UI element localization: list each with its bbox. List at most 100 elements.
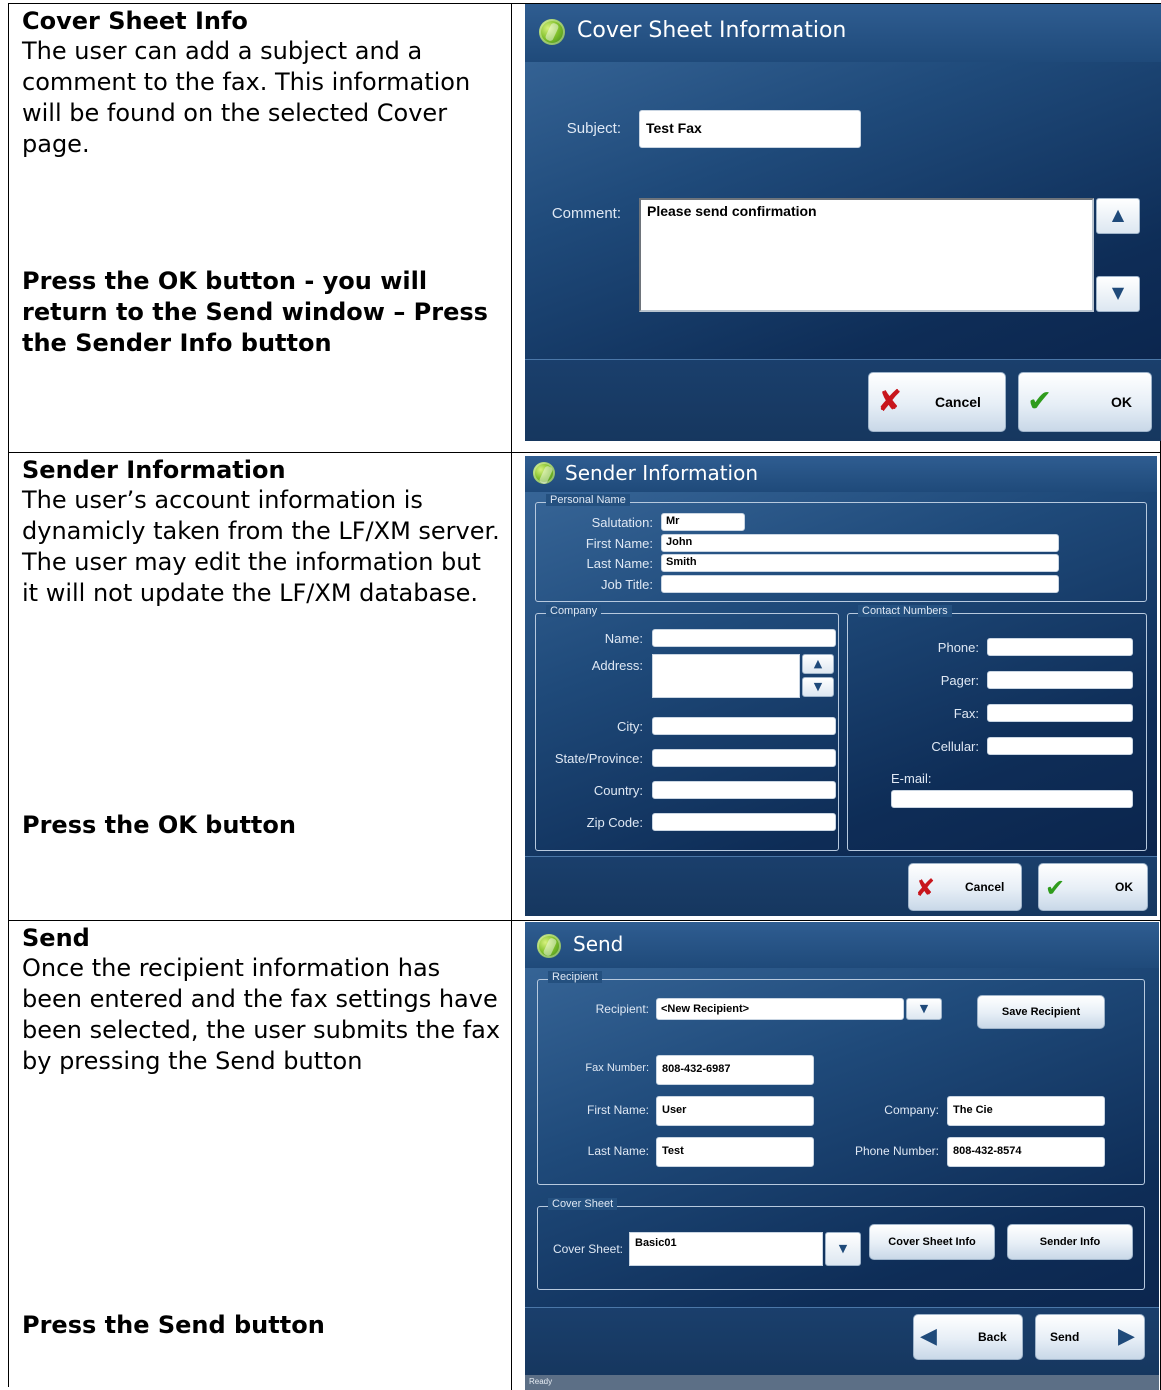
scroll-down-button[interactable]: ▼ bbox=[802, 677, 834, 697]
first-name-label: First Name: bbox=[585, 536, 653, 551]
scroll-up-button[interactable]: ▲ bbox=[802, 654, 834, 674]
company-name-label: Name: bbox=[604, 631, 643, 646]
section-title: Send bbox=[22, 924, 90, 952]
send-window: Send Recipient Recipient: <New Recipient… bbox=[525, 922, 1159, 1390]
down-arrow-icon: ▼ bbox=[919, 1002, 929, 1015]
ok-label: OK bbox=[1111, 394, 1132, 410]
section-body: The user’s account information is dynami… bbox=[22, 486, 500, 607]
cancel-label: Cancel bbox=[965, 880, 1005, 894]
address-textarea[interactable] bbox=[652, 654, 800, 698]
send-label: Send bbox=[1050, 1330, 1080, 1344]
up-arrow-icon: ▲ bbox=[1111, 205, 1125, 224]
recipient-dropdown-button[interactable]: ▼ bbox=[906, 998, 942, 1020]
description-cell: Send Once the recipient information has … bbox=[9, 921, 512, 1390]
last-name-input[interactable]: Smith bbox=[661, 554, 1059, 572]
city-input[interactable] bbox=[652, 717, 836, 735]
last-name-label: Last Name: bbox=[586, 556, 653, 571]
state-input[interactable] bbox=[652, 749, 836, 767]
green-check-icon: ✔ bbox=[1045, 874, 1066, 902]
description-cell: Sender Information The user’s account in… bbox=[9, 453, 512, 920]
button-bar: ◀ Back Send ▶ bbox=[525, 1307, 1159, 1375]
table-row: Cover Sheet Info The user can add a subj… bbox=[9, 4, 1161, 453]
city-label: City: bbox=[617, 719, 643, 734]
ok-label: OK bbox=[1115, 880, 1133, 894]
salutation-label: Salutation: bbox=[591, 515, 653, 530]
pager-label: Pager: bbox=[940, 673, 979, 688]
zip-code-input[interactable] bbox=[652, 813, 836, 831]
status-text: Ready bbox=[529, 1377, 553, 1386]
table-row: Send Once the recipient information has … bbox=[9, 921, 1161, 1390]
status-bar: Ready bbox=[525, 1375, 1159, 1390]
cover-sheet-select[interactable]: Basic01 bbox=[629, 1232, 823, 1266]
screenshot-cell: Sender Information Personal Name Salutat… bbox=[513, 453, 1161, 920]
subject-input[interactable]: Test Fax bbox=[639, 110, 861, 148]
state-label: State/Province: bbox=[554, 751, 643, 766]
salutation-input[interactable]: Mr bbox=[661, 513, 745, 531]
ok-button[interactable]: ✔ OK bbox=[1018, 372, 1152, 432]
recipient-select[interactable]: <New Recipient> bbox=[656, 998, 904, 1020]
group-legend: Contact Numbers bbox=[858, 605, 952, 617]
window-title-bar: Send bbox=[525, 922, 1159, 968]
fax-number-input[interactable]: 808-432-6987 bbox=[656, 1055, 814, 1085]
red-x-icon: ✘ bbox=[877, 384, 903, 419]
first-name-input[interactable]: John bbox=[661, 534, 1059, 552]
job-title-input[interactable] bbox=[661, 575, 1059, 593]
scroll-up-button[interactable]: ▲ bbox=[1096, 198, 1140, 234]
address-label: Address: bbox=[591, 658, 643, 673]
last-name-input[interactable]: Test bbox=[656, 1137, 814, 1167]
cover-sheet-dropdown-button[interactable]: ▼ bbox=[825, 1232, 861, 1266]
window-title: Sender Information bbox=[565, 461, 759, 485]
job-title-label: Job Title: bbox=[600, 577, 653, 592]
recipient-label: Recipient: bbox=[595, 1002, 649, 1016]
last-name-label: Last Name: bbox=[587, 1144, 649, 1158]
cellular-input[interactable] bbox=[987, 737, 1133, 755]
ok-button[interactable]: ✔ OK bbox=[1038, 863, 1148, 911]
company-label: Company: bbox=[884, 1103, 939, 1117]
fax-input[interactable] bbox=[987, 704, 1133, 722]
cover-sheet-window: Cover Sheet Information Subject: Test Fa… bbox=[525, 4, 1161, 441]
cancel-button[interactable]: ✘ Cancel bbox=[908, 863, 1022, 911]
group-legend: Cover Sheet bbox=[548, 1198, 618, 1210]
down-arrow-icon: ▼ bbox=[1111, 283, 1125, 302]
cover-sheet-info-button[interactable]: Cover Sheet Info bbox=[869, 1224, 995, 1260]
country-input[interactable] bbox=[652, 781, 836, 799]
sender-info-button[interactable]: Sender Info bbox=[1007, 1224, 1133, 1260]
window-title-bar: Cover Sheet Information bbox=[525, 4, 1161, 62]
send-button[interactable]: Send ▶ bbox=[1035, 1314, 1145, 1360]
comment-label: Comment: bbox=[551, 205, 621, 222]
sender-info-window: Sender Information Personal Name Salutat… bbox=[525, 456, 1157, 916]
pager-input[interactable] bbox=[987, 671, 1133, 689]
section-body: The user can add a subject and a comment… bbox=[22, 37, 471, 158]
cancel-button[interactable]: ✘ Cancel bbox=[868, 372, 1006, 432]
cover-sheet-info-label: Cover Sheet Info bbox=[888, 1236, 976, 1248]
button-bar: ✘ Cancel ✔ OK bbox=[525, 856, 1157, 916]
back-button[interactable]: ◀ Back bbox=[913, 1314, 1023, 1360]
phone-number-label: Phone Number: bbox=[854, 1144, 939, 1158]
section-instruction: Press the Send button bbox=[22, 1311, 325, 1339]
red-x-icon: ✘ bbox=[915, 874, 936, 902]
company-input[interactable]: The Cie bbox=[947, 1096, 1105, 1126]
cover-sheet-label: Cover Sheet: bbox=[552, 1242, 623, 1256]
scroll-down-button[interactable]: ▼ bbox=[1096, 276, 1140, 312]
document-table: Cover Sheet Info The user can add a subj… bbox=[8, 3, 1161, 1390]
green-check-icon: ✔ bbox=[1027, 384, 1053, 419]
screenshot-cell: Cover Sheet Information Subject: Test Fa… bbox=[513, 4, 1161, 452]
save-recipient-label: Save Recipient bbox=[1001, 1006, 1081, 1018]
description-cell: Cover Sheet Info The user can add a subj… bbox=[9, 4, 512, 452]
comment-textarea[interactable]: Please send confirmation bbox=[639, 198, 1094, 312]
save-recipient-button[interactable]: Save Recipient bbox=[977, 995, 1105, 1029]
email-input[interactable] bbox=[891, 790, 1133, 808]
table-row: Sender Information The user’s account in… bbox=[9, 453, 1161, 921]
company-name-input[interactable] bbox=[652, 629, 836, 647]
down-arrow-icon: ▼ bbox=[813, 680, 823, 693]
window-title: Send bbox=[573, 932, 624, 956]
window-title-bar: Sender Information bbox=[525, 456, 1157, 492]
zip-code-label: Zip Code: bbox=[586, 815, 643, 830]
group-legend: Company bbox=[546, 605, 602, 617]
first-name-input[interactable]: User bbox=[656, 1096, 814, 1126]
window-title: Cover Sheet Information bbox=[577, 18, 847, 43]
phone-number-input[interactable]: 808-432-8574 bbox=[947, 1137, 1105, 1167]
up-arrow-icon: ▲ bbox=[813, 657, 823, 670]
phone-input[interactable] bbox=[987, 638, 1133, 656]
screenshot-cell: Send Recipient Recipient: <New Recipient… bbox=[513, 921, 1161, 1390]
